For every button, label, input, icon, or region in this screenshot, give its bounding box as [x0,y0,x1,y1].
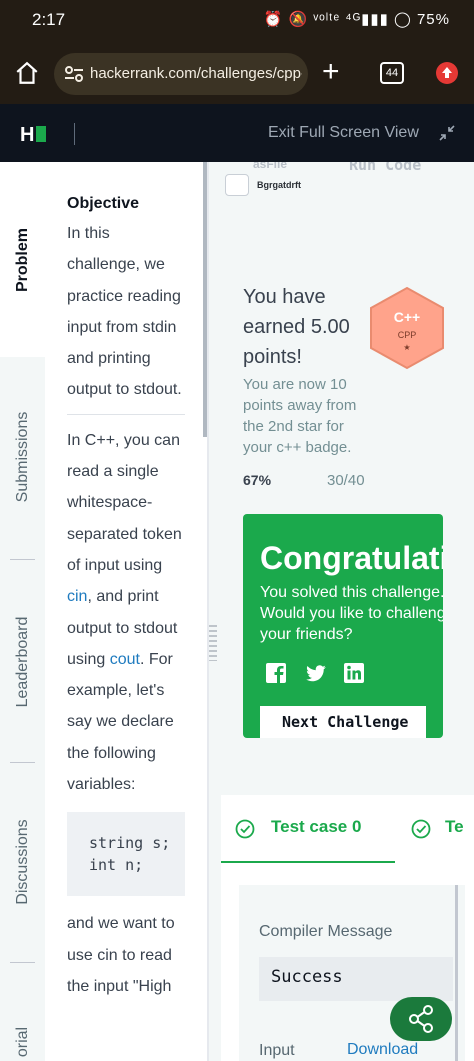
congrats-line: your friends? [260,626,353,643]
cin-paragraph: In C++, you can read a single whitespace… [67,425,187,801]
tab-leaderboard[interactable]: Leaderboard [0,567,45,757]
tab-switcher-button[interactable]: 44 [380,62,404,84]
run-code-button[interactable]: Run Code [349,162,421,174]
objective-heading: Objective [67,195,140,212]
hackerrank-logo[interactable]: H [20,124,47,147]
logo-letter: H [20,124,35,146]
cin-link[interactable]: cin [67,588,87,605]
custom-input-checkbox[interactable] [225,174,249,196]
status-indicator-icons: ⏰ 🔕 ᵛᵒˡᵗᵉ ⁴ᴳ▮▮▮ ◯ [263,11,412,28]
cin-read-paragraph: and we want to use cin to read the input… [67,915,175,995]
badge-progress-text: You are now 10 points away from the 2nd … [243,376,357,456]
congrats-line: You solved this challenge. [260,584,443,601]
tab-problem-label: Problem [13,227,31,292]
vertical-tab-bar: Problem Submissions Leaderboard Discussi… [0,162,45,1061]
battery-level: 75% [416,11,450,28]
paragraph-text: . For example, let's say we declare the … [67,650,174,794]
download-link[interactable]: Download [347,1041,418,1059]
congrats-message: You solved this challenge. Would you lik… [260,582,443,645]
twitter-icon[interactable] [305,662,327,684]
tab-separator [10,559,35,560]
tab-editorial-label: orial [13,1026,31,1058]
check-circle-icon [235,819,255,839]
exit-fullscreen-link[interactable]: Exit Full Screen View [268,124,419,142]
custom-input-label: Bgrgatdrft [257,180,301,190]
browser-toolbar: hackerrank.com/challenges/cpp-inp + 44 [0,40,474,104]
paragraph-text: In C++, you can read a single whitespace… [67,431,182,574]
hackerrank-header: H Exit Full Screen View [0,104,474,162]
congrats-title: Congratulations [260,540,443,576]
tab-submissions-label: Submissions [13,411,31,503]
arrow-up-icon [442,67,452,78]
check-circle-icon [411,819,431,839]
badge-star: ★ [403,343,410,352]
address-bar[interactable]: hackerrank.com/challenges/cpp-inp [54,53,308,95]
cout-link[interactable]: cout [110,651,140,668]
status-icons: ⏰ 🔕 ᵛᵒˡᵗᵉ ⁴ᴳ▮▮▮ ◯ 75% [264,10,450,28]
share-button[interactable] [390,997,452,1041]
tab-editorial[interactable]: orial [0,1012,45,1061]
congratulations-card: Congratulations You solved this challeng… [243,514,443,738]
home-icon[interactable] [14,60,40,86]
tab-discussions-label: Discussions [13,819,31,905]
result-pane: asFile Run Code Bgrgatdrft You have earn… [209,162,474,1061]
share-icon [409,1005,433,1033]
linkedin-icon[interactable] [343,662,365,684]
tab-discussions[interactable]: Discussions [0,767,45,957]
account-icon[interactable] [436,62,458,84]
new-tab-button[interactable]: + [322,57,340,87]
section-divider [67,413,185,415]
tab-test-case-0[interactable]: Test case 0 [271,817,361,837]
status-bar: 2:17 ⏰ 🔕 ᵛᵒˡᵗᵉ ⁴ᴳ▮▮▮ ◯ 75% [0,0,474,40]
input-stdin-label: Input (stdin) [259,1042,295,1059]
compiler-message-label: Compiler Message [259,923,393,940]
facebook-icon[interactable] [265,662,287,684]
collapse-icon[interactable] [438,124,456,142]
pane-resize-handle[interactable] [209,625,217,661]
progress-ratio: 30/40 [327,472,365,489]
progress-percent: 67% [243,472,272,488]
status-time: 2:17 [32,10,66,29]
tab-test-case-1[interactable]: Te [445,817,464,837]
tab-submissions[interactable]: Submissions [0,362,45,552]
upload-file-label[interactable]: asFile [253,162,287,171]
badge-subtitle: CPP [398,330,417,340]
tab-leaderboard-label: Leaderboard [13,616,31,708]
logo-bar [36,126,47,142]
objective-paragraph: In this challenge, we practice reading i… [67,225,182,399]
points-earned-heading: You have earned 5.00 points! [243,286,350,368]
active-tab-indicator [221,861,395,863]
tune-icon[interactable] [64,65,84,83]
next-challenge-button[interactable]: Next Challenge [260,706,426,738]
problem-statement: Objective In this challenge, we practice… [45,162,203,1061]
cpp-badge-icon: C++ CPP ★ [370,286,444,370]
url-text[interactable]: hackerrank.com/challenges/cpp-inp [90,65,302,82]
badge-title: C++ [394,309,420,325]
code-sample: string s; int n; [67,812,185,897]
tab-separator [10,762,35,763]
compiler-message-value: Success [259,957,453,1001]
tab-problem[interactable]: Problem [0,162,45,357]
congrats-line: Would you like to challenge [260,605,443,622]
tab-separator [10,962,35,963]
header-divider [74,123,75,145]
details-scrollbar[interactable] [455,885,458,1061]
